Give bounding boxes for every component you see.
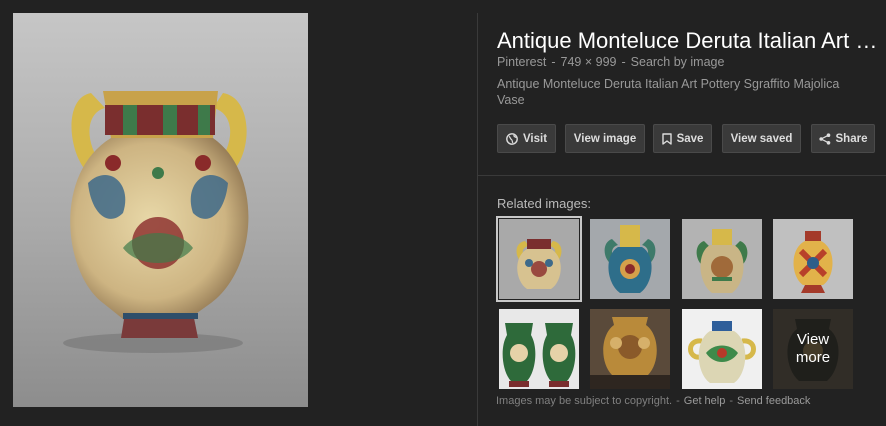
view-saved-button[interactable]: View saved	[722, 124, 801, 153]
thumbnail-image	[682, 219, 762, 299]
view-image-button[interactable]: View image	[565, 124, 645, 153]
related-thumbnail-6[interactable]	[590, 309, 670, 389]
view-more-thumbnail[interactable]: View more	[773, 309, 853, 389]
related-thumbnail-2[interactable]	[590, 219, 670, 299]
section-divider	[478, 175, 886, 176]
share-button-label: Share	[835, 132, 868, 145]
share-button[interactable]: Share	[811, 124, 875, 153]
thumbnail-image	[499, 219, 579, 299]
view-saved-button-label: View saved	[730, 132, 793, 145]
view-image-button-label: View image	[573, 132, 637, 145]
footer-separator: -	[676, 395, 680, 407]
main-preview-image[interactable]	[13, 13, 308, 407]
meta-separator: -	[551, 55, 556, 69]
send-feedback-link[interactable]: Send feedback	[737, 395, 810, 407]
thumbnail-image	[682, 309, 762, 389]
related-thumbnail-5[interactable]	[499, 309, 579, 389]
related-thumbnail-4[interactable]	[773, 219, 853, 299]
thumbnail-image	[773, 219, 853, 299]
view-more-label: View more	[773, 309, 853, 389]
footer: Images may be subject to copyright. - Get …	[496, 395, 810, 407]
image-meta: Pinterest -749 × 999- Search by image	[497, 54, 724, 70]
search-by-image-link[interactable]: Search by image	[631, 55, 725, 69]
thumbnail-image	[590, 309, 670, 389]
vase-illustration	[63, 91, 249, 353]
footer-separator: -	[729, 395, 734, 407]
thumbnail-image	[590, 219, 670, 299]
meta-separator: -	[621, 55, 626, 69]
panel-divider	[477, 13, 478, 426]
share-icon	[818, 132, 830, 145]
related-thumbnail-3[interactable]	[682, 219, 762, 299]
get-help-link[interactable]: Get help	[684, 395, 726, 407]
visit-button-label: Visit	[522, 132, 548, 145]
image-title[interactable]: Antique Monteluce Deruta Italian Art …	[497, 27, 882, 55]
globe-icon	[506, 132, 518, 145]
related-images-label: Related images:	[497, 196, 591, 211]
save-button[interactable]: Save	[653, 124, 712, 153]
thumbnail-image	[499, 309, 579, 389]
bookmark-icon	[661, 132, 672, 145]
image-description: Antique Monteluce Deruta Italian Art Pot…	[497, 77, 840, 107]
copyright-notice: Images may be subject to copyright.	[496, 395, 673, 407]
visit-button[interactable]: Visit	[497, 124, 556, 153]
save-button-label: Save	[676, 132, 704, 145]
related-thumbnail-1[interactable]	[496, 216, 582, 302]
related-thumbnail-7[interactable]	[682, 309, 762, 389]
source-label[interactable]: Pinterest	[497, 55, 546, 69]
dimensions-label: 749 × 999	[560, 55, 617, 69]
